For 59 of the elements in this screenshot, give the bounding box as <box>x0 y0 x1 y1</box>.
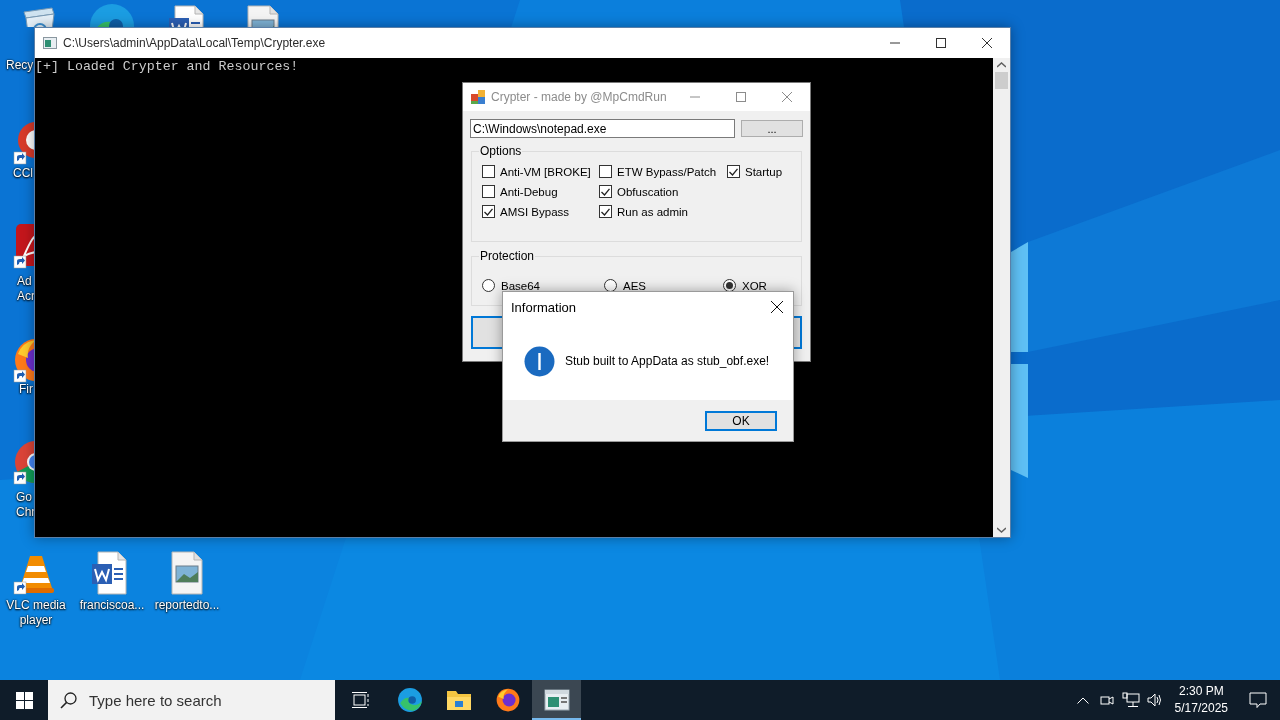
clock[interactable]: 2:30 PM 5/17/2025 <box>1166 683 1236 717</box>
browse-button[interactable]: ... <box>741 120 803 137</box>
taskbar-app[interactable] <box>532 680 581 720</box>
edge-icon <box>396 687 423 713</box>
icon-label: Recy <box>6 58 34 73</box>
acrobat-icon[interactable] <box>12 222 34 270</box>
checkbox[interactable] <box>599 165 612 178</box>
window-icon <box>543 689 570 711</box>
maximize-icon <box>736 92 746 102</box>
radio-button[interactable] <box>482 279 495 292</box>
group-title: Options <box>479 144 523 158</box>
radio-label: Base64 <box>501 279 540 292</box>
folder-icon <box>445 688 472 712</box>
checkbox-label: Run as admin <box>617 205 688 218</box>
window-title: C:\Users\admin\AppData\Local\Temp\Crypter.exe <box>63 36 327 50</box>
checkbox-label: ETW Bypass/Patch <box>617 165 717 178</box>
firefox-icon <box>494 687 521 713</box>
close-icon <box>782 92 792 102</box>
checkbox[interactable] <box>599 185 612 198</box>
icon-label: VLC media player <box>5 598 67 628</box>
search-icon <box>60 691 77 709</box>
ok-button[interactable]: OK <box>705 410 777 431</box>
notification-icon <box>1249 691 1267 709</box>
close-icon <box>771 301 783 313</box>
checkbox-label: Obfuscation <box>617 185 679 198</box>
windows-logo-icon <box>15 691 33 709</box>
checkbox[interactable] <box>482 165 495 178</box>
radio-label: XOR <box>742 279 767 292</box>
path-field[interactable]: C:\Windows\notepad.exe <box>470 119 735 138</box>
scroll-thumb[interactable] <box>995 72 1008 89</box>
window-icon <box>43 37 57 49</box>
app-icon <box>471 90 485 104</box>
radio-label: AES <box>623 279 646 292</box>
icon-label: Go Chr <box>16 490 36 520</box>
checkbox-label: Anti-VM [BROKE] <box>500 165 591 178</box>
window-title: Crypter - made by @MpCmdRun <box>491 90 668 104</box>
dialog-message: Stub built to AppData as stub_obf.exe! <box>565 354 770 368</box>
scrollbar[interactable] <box>993 58 1010 537</box>
icon-label: franciscoa... <box>78 598 146 613</box>
search-field[interactable]: Type here to search <box>89 691 309 709</box>
info-icon <box>524 345 555 377</box>
task-view-icon <box>351 692 370 708</box>
checkbox-label: Anti-Debug <box>500 185 558 198</box>
icon-label: reportedto... <box>153 598 221 613</box>
close-icon <box>982 38 992 48</box>
icon-label: Fir <box>19 382 33 397</box>
checkbox[interactable] <box>727 165 740 178</box>
icon-label: CCl <box>13 166 33 181</box>
dialog-title: Information <box>511 299 578 315</box>
group-title: Protection <box>479 249 536 263</box>
search-box[interactable]: Type here to search <box>48 680 335 720</box>
checkbox[interactable] <box>482 205 495 218</box>
checkbox-label: AMSI Bypass <box>500 205 570 218</box>
checkbox[interactable] <box>599 205 612 218</box>
checkbox-label: Startup <box>745 165 783 178</box>
icon-label: Ad Acr <box>17 274 35 304</box>
maximize-icon <box>936 38 946 48</box>
console-line: [+] Loaded Crypter and Resources! <box>35 59 300 75</box>
checkbox[interactable] <box>482 185 495 198</box>
